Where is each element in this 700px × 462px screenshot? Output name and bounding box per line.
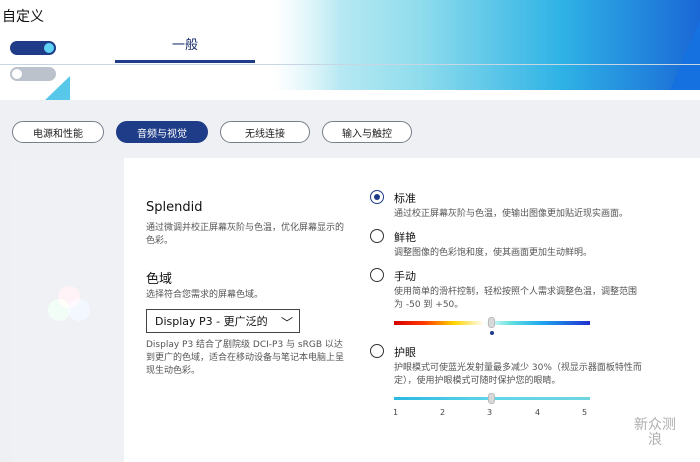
category-pills: 电源和性能 音频与视觉 无线连接 输入与触控 bbox=[12, 121, 412, 143]
chevron-down-icon: ﹀ bbox=[280, 316, 293, 330]
pill-audio-visual[interactable]: 音频与视觉 bbox=[116, 121, 208, 143]
app-logo bbox=[0, 26, 70, 100]
gamut-note: Display P3 结合了剧院级 DCI-P3 与 sRGB 以达到更广的色域… bbox=[146, 340, 345, 376]
mode-vivid-desc: 调整图像的色彩饱和度，使其画面更加生动鲜明。 bbox=[394, 248, 593, 258]
tick-label: 4 bbox=[535, 408, 541, 417]
watermark-char: 浪 bbox=[648, 432, 662, 448]
rgb-color-icon bbox=[48, 286, 90, 324]
radio-standard[interactable] bbox=[370, 190, 384, 204]
gamut-select-value: Display P3 - 更广泛的 bbox=[155, 315, 268, 328]
mode-vivid-label: 鲜艳 bbox=[394, 231, 416, 244]
mode-standard-desc: 通过校正屏幕灰阶与色温，使输出图像更加贴近现实画面。 bbox=[394, 209, 629, 219]
header-divider bbox=[0, 64, 700, 65]
pill-input-touch[interactable]: 输入与触控 bbox=[322, 121, 412, 143]
header-accent bbox=[670, 20, 700, 90]
radio-vivid[interactable] bbox=[370, 229, 384, 243]
gamut-select[interactable]: Display P3 - 更广泛的 ﹀ bbox=[146, 309, 300, 333]
logo-toggle-on-icon bbox=[10, 41, 56, 55]
eyecare-slider-handle[interactable] bbox=[488, 393, 495, 404]
settings-panel: Splendid 通过微调并校正屏幕灰阶与色温，优化屏幕显示的色彩。 色域 选择… bbox=[12, 158, 700, 462]
color-temp-slider-handle[interactable] bbox=[488, 317, 495, 328]
mode-eyecare-desc: 护眼模式可使蓝光发射量最多减少 30%（视显示器面板特性而定），使用护眼模式可随… bbox=[394, 363, 642, 386]
splendid-desc: 通过微调并校正屏幕灰阶与色温，优化屏幕显示的色彩。 bbox=[146, 223, 345, 246]
slider-center-dot bbox=[490, 331, 494, 335]
gamut-desc: 选择符合您需求的屏幕色域。 bbox=[146, 290, 264, 300]
tick-label: 2 bbox=[440, 408, 446, 417]
radio-eyecare[interactable] bbox=[370, 344, 384, 358]
splendid-title: Splendid bbox=[146, 200, 203, 215]
logo-toggle-off-icon bbox=[10, 67, 56, 81]
mode-standard-label: 标准 bbox=[394, 192, 416, 205]
tick-label: 5 bbox=[582, 408, 588, 417]
watermark-text: 众测 bbox=[648, 417, 676, 433]
watermark: 新众测 浪 bbox=[612, 418, 698, 448]
radio-manual[interactable] bbox=[370, 268, 384, 282]
mode-eyecare-label: 护眼 bbox=[394, 346, 416, 359]
tick-label: 3 bbox=[487, 408, 493, 417]
pill-wireless[interactable]: 无线连接 bbox=[220, 121, 310, 143]
mode-manual-desc: 使用简单的滑杆控制，轻松按照个人需求调整色温，调整范围为 -50 到 +50。 bbox=[394, 287, 638, 310]
pill-power-performance[interactable]: 电源和性能 bbox=[12, 121, 104, 143]
panel-icon-column bbox=[12, 158, 124, 462]
page-title: 自定义 bbox=[2, 9, 44, 25]
tab-general[interactable]: 一般 bbox=[115, 34, 255, 62]
header: 自定义 一般 bbox=[0, 0, 700, 100]
tab-general-underline bbox=[115, 60, 255, 63]
watermark-char: 新 bbox=[634, 417, 648, 433]
mode-manual-label: 手动 bbox=[394, 270, 416, 283]
gamut-title: 色域 bbox=[146, 272, 173, 287]
tick-label: 1 bbox=[393, 408, 399, 417]
